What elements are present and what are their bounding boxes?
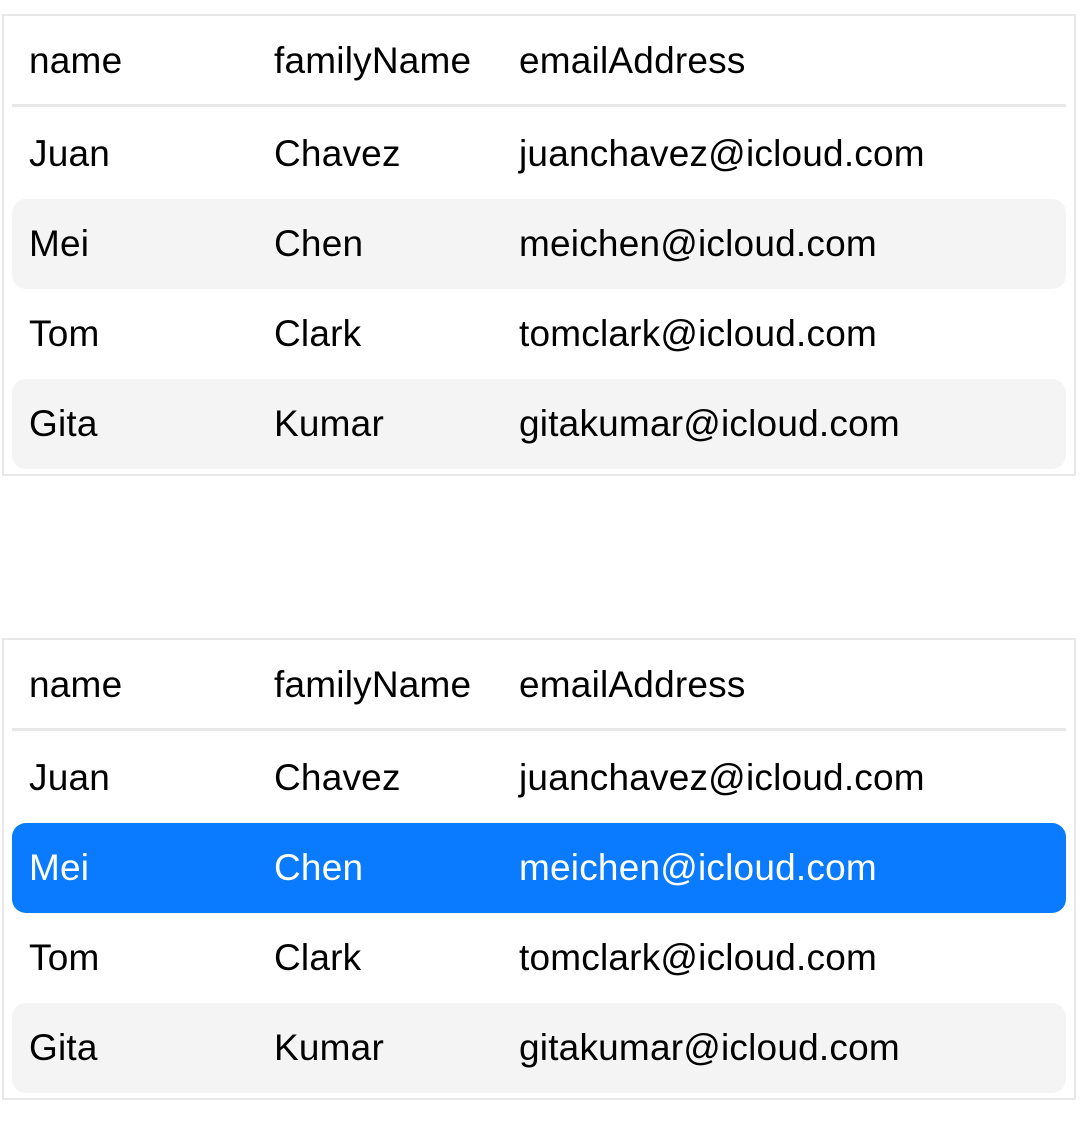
cell-name: Mei xyxy=(29,847,90,888)
cell-name: Tom xyxy=(29,937,100,978)
cell-family-name: Chen xyxy=(274,223,364,264)
cell-family-name: Chavez xyxy=(274,757,401,798)
column-header-email-address[interactable]: emailAddress xyxy=(519,16,746,106)
table-row[interactable]: Gita Kumar gitakumar@icloud.com xyxy=(12,379,1066,469)
table-row-selected[interactable]: Mei Chen meichen@icloud.com xyxy=(12,823,1066,913)
table-row[interactable]: Juan Chavez juanchavez@icloud.com xyxy=(12,733,1066,823)
cell-email-address: gitakumar@icloud.com xyxy=(519,403,900,444)
cell-email-address: meichen@icloud.com xyxy=(519,223,877,264)
column-header-family-name[interactable]: familyName xyxy=(274,16,471,106)
cell-family-name: Kumar xyxy=(274,1027,384,1068)
column-header-family-name[interactable]: familyName xyxy=(274,640,471,730)
cell-family-name: Kumar xyxy=(274,403,384,444)
cell-name: Juan xyxy=(29,133,111,174)
cell-family-name: Clark xyxy=(274,937,362,978)
cell-name: Gita xyxy=(29,1027,98,1068)
contacts-table-with-selection: name familyName emailAddress Juan Chavez… xyxy=(2,638,1076,1100)
cell-family-name: Chen xyxy=(274,847,364,888)
column-header-email-address[interactable]: emailAddress xyxy=(519,640,746,730)
column-header-name[interactable]: name xyxy=(29,640,122,730)
cell-email-address: meichen@icloud.com xyxy=(519,847,877,888)
table-row[interactable]: Juan Chavez juanchavez@icloud.com xyxy=(12,109,1066,199)
cell-name: Gita xyxy=(29,403,98,444)
table-header: name familyName emailAddress xyxy=(12,640,1066,731)
cell-email-address: tomclark@icloud.com xyxy=(519,313,878,354)
table-row[interactable]: Gita Kumar gitakumar@icloud.com xyxy=(12,1003,1066,1093)
cell-email-address: juanchavez@icloud.com xyxy=(519,133,925,174)
cell-name: Juan xyxy=(29,757,111,798)
table-row[interactable]: Tom Clark tomclark@icloud.com xyxy=(12,913,1066,1003)
cell-name: Tom xyxy=(29,313,100,354)
cell-email-address: gitakumar@icloud.com xyxy=(519,1027,900,1068)
cell-email-address: juanchavez@icloud.com xyxy=(519,757,925,798)
table-header: name familyName emailAddress xyxy=(12,16,1066,107)
table-row[interactable]: Mei Chen meichen@icloud.com xyxy=(12,199,1066,289)
table-row[interactable]: Tom Clark tomclark@icloud.com xyxy=(12,289,1066,379)
cell-email-address: tomclark@icloud.com xyxy=(519,937,878,978)
column-header-name[interactable]: name xyxy=(29,16,122,106)
cell-name: Mei xyxy=(29,223,90,264)
contacts-table: name familyName emailAddress Juan Chavez… xyxy=(2,14,1076,476)
cell-family-name: Clark xyxy=(274,313,362,354)
cell-family-name: Chavez xyxy=(274,133,401,174)
